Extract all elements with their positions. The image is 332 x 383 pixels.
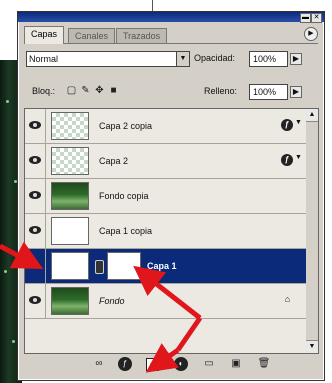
layer-row[interactable]: Fondo ⌂ [25, 284, 307, 319]
panel-titlebar[interactable]: ▬ ✕ [18, 12, 324, 23]
layer-thumbnail [51, 217, 89, 245]
visibility-toggle[interactable] [25, 144, 46, 178]
scroll-down-icon[interactable]: ▼ [306, 340, 318, 353]
visibility-toggle[interactable] [25, 109, 46, 143]
fill-slider-arrow-icon[interactable]: ▶ [290, 86, 302, 98]
layer-thumbnail [51, 287, 89, 315]
eye-icon [29, 296, 41, 304]
opacity-slider-arrow-icon[interactable]: ▶ [290, 53, 302, 65]
lock-all-icon[interactable]: ■ [108, 85, 119, 96]
eye-icon [29, 261, 41, 269]
blend-row: Normal ▼ Opacidad: 100% ▶ [26, 51, 318, 67]
panel-bottom-toolbar: ∞ ƒ ● ◐ ▭ ▣ 🗑 [24, 354, 318, 374]
eye-icon [29, 156, 41, 164]
opacity-field[interactable]: 100% [249, 51, 288, 67]
lock-transparency-icon[interactable]: ▢ [66, 85, 77, 96]
new-adjustment-layer-icon[interactable]: ◐ [174, 357, 188, 371]
layers-panel: ▬ ✕ Capas Canales Trazados ▶ Normal ▼ Op… [17, 11, 325, 381]
layer-row[interactable]: Capa 1 copia [25, 214, 307, 249]
layers-scrollbar[interactable]: ▲ ▼ [306, 108, 319, 354]
layer-row-selected[interactable]: Capa 1 [25, 249, 307, 284]
expand-effects-icon[interactable]: ▼ [295, 119, 302, 126]
expand-effects-icon[interactable]: ▼ [295, 154, 302, 161]
panel-menu-icon[interactable]: ▶ [304, 27, 318, 41]
layer-name: Fondo copia [99, 191, 149, 201]
lock-row: Bloq.: ▢ ✎ ✥ ■ Relleno: 100% ▶ [26, 84, 318, 100]
new-layer-icon[interactable]: ▣ [229, 357, 243, 371]
layer-name: Capa 1 copia [99, 226, 153, 236]
new-group-icon[interactable]: ▭ [202, 357, 216, 371]
layer-name: Capa 2 [99, 156, 129, 166]
layer-thumbnail [51, 112, 89, 140]
visibility-toggle[interactable] [25, 249, 46, 283]
lock-move-icon[interactable]: ✥ [94, 85, 105, 96]
tab-capas[interactable]: Capas [24, 26, 65, 44]
fill-label: Relleno: [204, 86, 238, 96]
add-layer-style-icon[interactable]: ƒ [118, 357, 132, 371]
lock-icon: ⌂ [284, 294, 291, 304]
tab-divider [24, 43, 318, 44]
layer-thumbnail [51, 252, 89, 280]
layer-name: Capa 2 copia [99, 121, 153, 131]
chevron-down-icon[interactable]: ▼ [176, 52, 189, 66]
layer-thumbnail [51, 147, 89, 175]
minimize-icon[interactable]: ▬ [300, 13, 311, 23]
layers-list: Capa 2 copia ƒ ▼ Capa 2 ƒ ▼ Fondo copia … [24, 108, 308, 354]
layer-row[interactable]: Capa 2 copia ƒ ▼ [25, 109, 307, 144]
layer-name: Fondo [99, 296, 125, 306]
layer-effects-icon[interactable]: ƒ [281, 119, 293, 131]
eye-icon [29, 191, 41, 199]
scroll-up-icon[interactable]: ▲ [306, 109, 318, 122]
eye-icon [29, 226, 41, 234]
panel-tabs: Capas Canales Trazados [24, 26, 318, 44]
delete-layer-icon[interactable]: 🗑 [257, 357, 271, 371]
layer-effects-icon[interactable]: ƒ [281, 154, 293, 166]
layer-mask-thumbnail[interactable] [107, 252, 141, 280]
visibility-toggle[interactable] [25, 179, 46, 213]
opacity-label: Opacidad: [194, 53, 236, 63]
close-icon[interactable]: ✕ [311, 13, 322, 23]
add-layer-mask-icon[interactable]: ● [146, 358, 159, 371]
visibility-toggle[interactable] [25, 284, 46, 318]
visibility-toggle[interactable] [25, 214, 46, 248]
mask-link-icon[interactable] [95, 260, 104, 274]
eye-icon [29, 121, 41, 129]
tab-canales[interactable]: Canales [68, 28, 116, 44]
tab-trazados[interactable]: Trazados [116, 28, 168, 44]
lock-label: Bloq.: [32, 86, 56, 96]
layer-name: Capa 1 [147, 261, 177, 271]
layer-row[interactable]: Fondo copia [25, 179, 307, 214]
link-layers-icon[interactable]: ∞ [92, 357, 106, 371]
lock-paint-icon[interactable]: ✎ [80, 85, 91, 96]
layer-row[interactable]: Capa 2 ƒ ▼ [25, 144, 307, 179]
blend-mode-value: Normal [29, 54, 59, 64]
fill-field[interactable]: 100% [249, 84, 288, 100]
blend-mode-select[interactable]: Normal ▼ [26, 51, 190, 67]
layer-thumbnail [51, 182, 89, 210]
